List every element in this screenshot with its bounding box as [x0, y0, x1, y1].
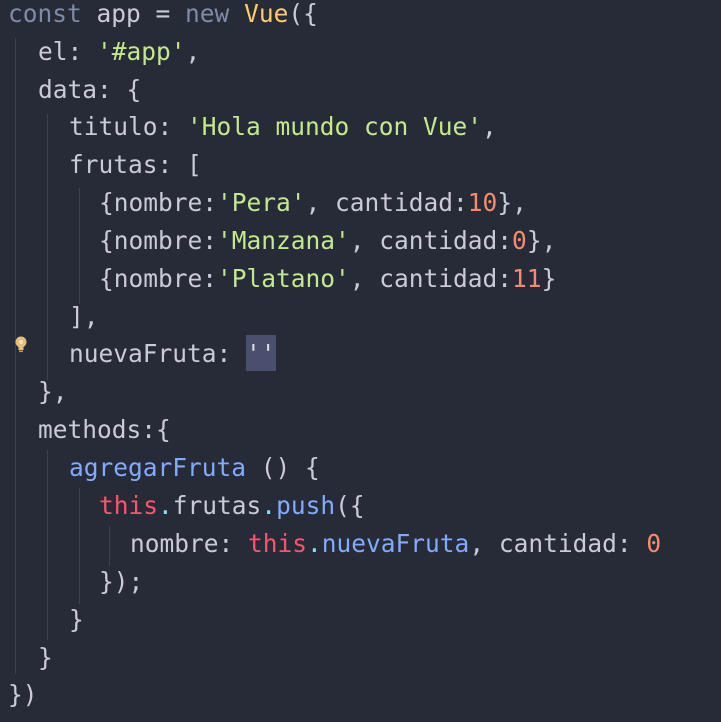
- code-line: titulo: 'Hola mundo con Vue',: [69, 108, 497, 146]
- property: methods:{: [38, 415, 171, 444]
- property: el:: [38, 37, 98, 66]
- punctuation: });: [99, 567, 144, 596]
- code-line: },: [38, 373, 68, 411]
- function-name: agregarFruta: [69, 453, 247, 482]
- punctuation: },: [497, 188, 527, 217]
- code-line: ],: [69, 298, 99, 336]
- punctuation: ({: [288, 0, 318, 28]
- property: , cantidad:: [305, 188, 468, 217]
- code-line: const app = new Vue({: [8, 0, 318, 33]
- property: , cantidad:: [349, 226, 513, 255]
- code-line: this.frutas.push({: [99, 487, 365, 525]
- identifier: app =: [81, 0, 186, 28]
- code-line: }: [69, 601, 84, 639]
- property: , cantidad:: [349, 264, 513, 293]
- selected-string[interactable]: '': [246, 335, 276, 371]
- code-line: nombre: this.nuevaFruta, cantidad: 0: [130, 525, 661, 563]
- code-line: {nombre:'Platano', cantidad:11}: [99, 260, 556, 298]
- dot: .: [158, 491, 173, 520]
- code-line: }): [8, 676, 38, 714]
- string: 'Platano': [217, 264, 350, 293]
- number: 0: [646, 529, 662, 558]
- indent-guide: [15, 38, 16, 674]
- property: frutas: [: [69, 150, 202, 179]
- punctuation: ],: [69, 302, 99, 331]
- number: 10: [467, 188, 498, 217]
- dot: .: [261, 491, 277, 520]
- keyword: const: [8, 0, 82, 28]
- object-open: {nombre:: [99, 188, 218, 217]
- indent-guide: [79, 488, 80, 604]
- punctuation: },: [526, 226, 557, 255]
- number: 11: [512, 264, 542, 293]
- this-keyword: this: [248, 529, 308, 558]
- property: data: {: [38, 75, 142, 104]
- indent-guide: [79, 188, 80, 304]
- string: 'Hola mundo con Vue': [187, 112, 483, 141]
- code-line: nuevaFruta: '': [69, 335, 276, 373]
- punctuation: }): [8, 680, 38, 709]
- indent-guide: [47, 114, 48, 380]
- code-line: agregarFruta () {: [69, 449, 320, 487]
- code-line: el: '#app',: [38, 33, 200, 71]
- object-open: {nombre:: [99, 264, 218, 293]
- dot: .: [307, 529, 322, 558]
- property: titulo:: [69, 112, 188, 141]
- code-line: {nombre:'Manzana', cantidad:0},: [99, 222, 556, 260]
- punctuation: ,: [482, 112, 497, 141]
- indent-guide: [47, 450, 48, 640]
- punctuation: }: [541, 264, 557, 293]
- code-line: });: [99, 563, 143, 601]
- this-keyword: this: [99, 491, 159, 520]
- punctuation: () {: [246, 453, 320, 482]
- punctuation: ,: [185, 37, 201, 66]
- method-name: push: [276, 491, 336, 520]
- string: 'Pera': [217, 188, 306, 217]
- indent-guide: [109, 526, 110, 566]
- code-line: methods:{: [38, 411, 171, 449]
- code-line: }: [38, 639, 53, 677]
- keyword: new: [185, 0, 230, 28]
- punctuation: }: [38, 643, 53, 672]
- punctuation: },: [38, 377, 68, 406]
- number: 0: [512, 226, 527, 255]
- lightbulb-icon[interactable]: [14, 335, 28, 355]
- property: nombre:: [130, 529, 249, 558]
- property: frutas: [172, 491, 262, 520]
- property: nuevaFruta:: [69, 339, 247, 368]
- code-line: frutas: [: [69, 146, 202, 184]
- code-editor[interactable]: const app = new Vue({ el: '#app', data: …: [0, 0, 721, 722]
- punctuation: }: [69, 605, 84, 634]
- class-name: Vue: [244, 0, 289, 28]
- string: 'Manzana': [217, 226, 350, 255]
- punctuation: ({: [335, 491, 365, 520]
- code-line: data: {: [38, 71, 141, 109]
- code-line: {nombre:'Pera', cantidad:10},: [99, 184, 527, 222]
- object-open: {nombre:: [99, 226, 218, 255]
- property: nuevaFruta: [321, 529, 470, 558]
- string: '#app': [97, 37, 186, 66]
- property: , cantidad:: [469, 529, 647, 558]
